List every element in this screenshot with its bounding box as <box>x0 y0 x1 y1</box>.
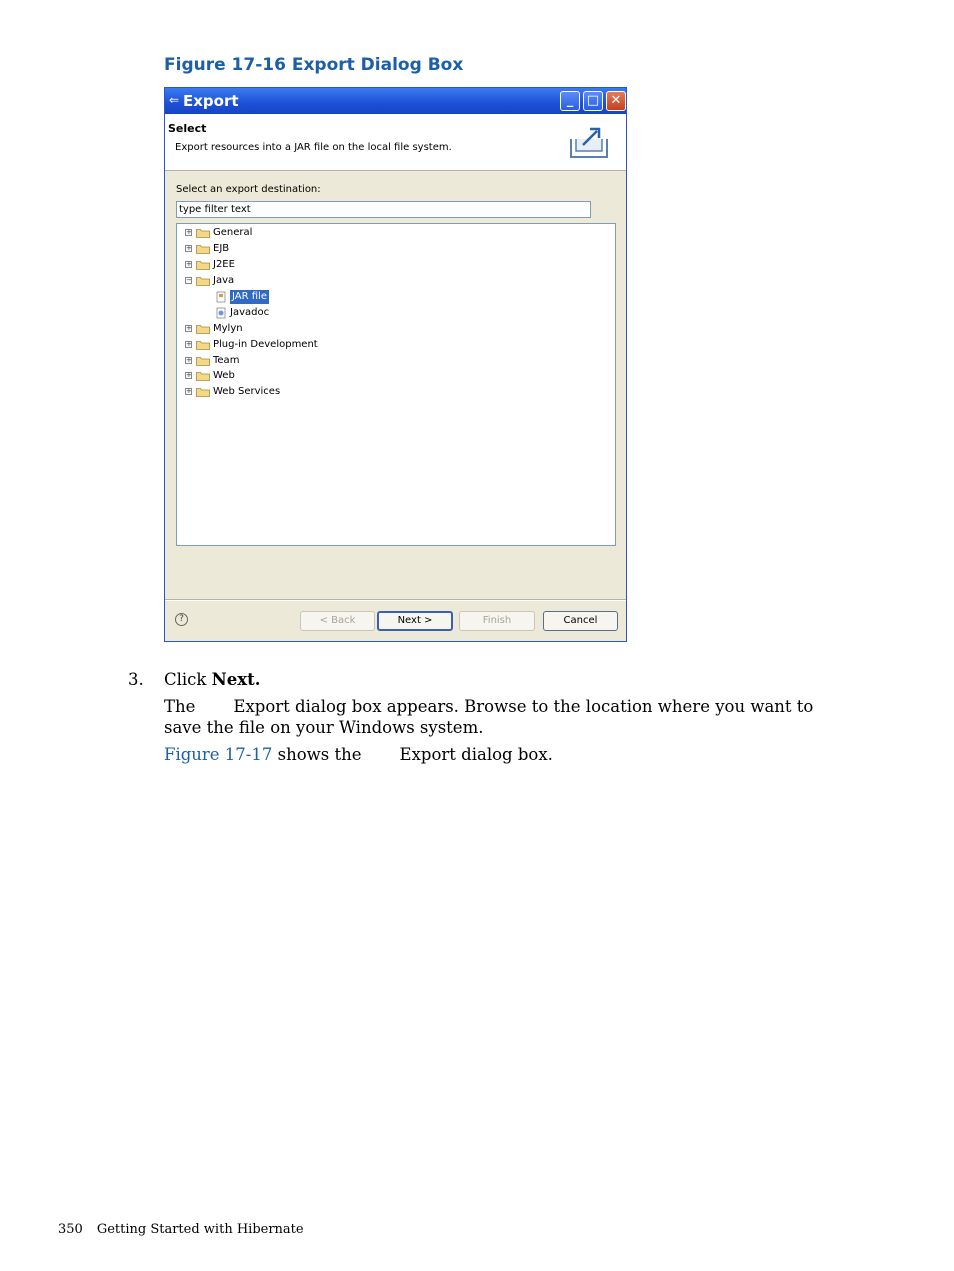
folder-icon <box>196 372 210 381</box>
tree-item-label: Web Services <box>213 386 281 397</box>
tree-item-label: Javadoc <box>230 307 270 318</box>
tree-item-label: Team <box>213 355 240 366</box>
maximize-button[interactable]: □ <box>583 91 603 111</box>
expand-icon[interactable]: + <box>185 325 192 332</box>
dialog-header: Select Export resources into a JAR file … <box>165 114 626 171</box>
tree-item-label: General <box>213 227 253 238</box>
close-button[interactable]: ✕ <box>606 91 626 111</box>
folder-icon <box>196 341 210 350</box>
para-end: Export dialog box. <box>399 745 553 764</box>
eclipse-window-icon: ⇐ <box>169 93 180 107</box>
tree-item-label: JAR file <box>230 290 269 304</box>
header-title: Select <box>168 122 207 135</box>
folder-icon <box>196 388 210 397</box>
figure-reference-paragraph: Figure 17-17 shows the Export dialog box. <box>164 744 844 765</box>
minimize-button[interactable]: _ <box>560 91 580 111</box>
tree-item-label: Web <box>213 370 235 381</box>
folder-icon <box>196 325 210 334</box>
folder-icon <box>196 357 210 366</box>
tree-item-label: EJB <box>213 243 230 254</box>
dialog-title: Export <box>183 92 239 110</box>
para-rest: Export dialog box appears. Browse to the… <box>164 697 814 737</box>
expand-icon[interactable]: + <box>185 261 192 268</box>
page-footer: 350 Getting Started with Hibernate <box>58 1222 304 1237</box>
destination-label: Select an export destination: <box>176 184 321 195</box>
step-number: 3. <box>128 670 144 689</box>
expand-icon[interactable]: + <box>185 388 192 395</box>
step-click-target: Next. <box>211 670 261 689</box>
step-paragraph: The Export dialog box appears. Browse to … <box>164 696 844 738</box>
export-wizard-icon <box>570 127 608 158</box>
expand-icon[interactable]: + <box>185 357 192 364</box>
export-dialog: ⇐ Export _ □ ✕ Select Export resources i… <box>164 87 627 642</box>
dialog-titlebar[interactable]: ⇐ Export _ □ ✕ <box>165 88 626 114</box>
finish-button[interactable]: Finish <box>459 611 535 631</box>
tree-item-label: Mylyn <box>213 323 243 334</box>
header-description: Export resources into a JAR file on the … <box>175 142 452 153</box>
open-folder-icon <box>196 277 210 286</box>
back-button[interactable]: < Back <box>300 611 375 631</box>
help-icon[interactable]: ? <box>175 613 188 626</box>
cancel-button[interactable]: Cancel <box>543 611 618 631</box>
book-title: Getting Started with Hibernate <box>96 1222 304 1237</box>
tree-item-label: J2EE <box>213 259 235 270</box>
expand-icon[interactable]: + <box>185 341 192 348</box>
tree-item-label: Java <box>213 275 235 286</box>
folder-icon <box>196 261 210 270</box>
para-middle: shows the <box>272 745 362 764</box>
para-start: The <box>164 697 196 716</box>
filter-input[interactable] <box>176 201 591 218</box>
expand-icon[interactable]: + <box>185 229 192 236</box>
collapse-icon[interactable]: − <box>185 277 192 284</box>
page-number: 350 <box>58 1222 83 1237</box>
next-button[interactable]: Next > <box>377 611 453 631</box>
figure-link[interactable]: Figure 17-17 <box>164 745 272 764</box>
expand-icon[interactable]: + <box>185 372 192 379</box>
figure-caption: Figure 17-16 Export Dialog Box <box>164 55 464 75</box>
folder-icon <box>196 229 210 238</box>
folder-icon <box>196 245 210 254</box>
tree-item-label: Plug-in Development <box>213 339 318 350</box>
expand-icon[interactable]: + <box>185 245 192 252</box>
step-instruction: Click Next. <box>164 669 260 690</box>
destination-tree[interactable]: + General + EJB + J2EE − Java JAR file J… <box>176 223 616 546</box>
footer-divider <box>165 599 626 601</box>
javadoc-icon <box>216 307 226 319</box>
jar-file-icon <box>216 291 226 303</box>
step-click-text: Click <box>164 670 212 689</box>
